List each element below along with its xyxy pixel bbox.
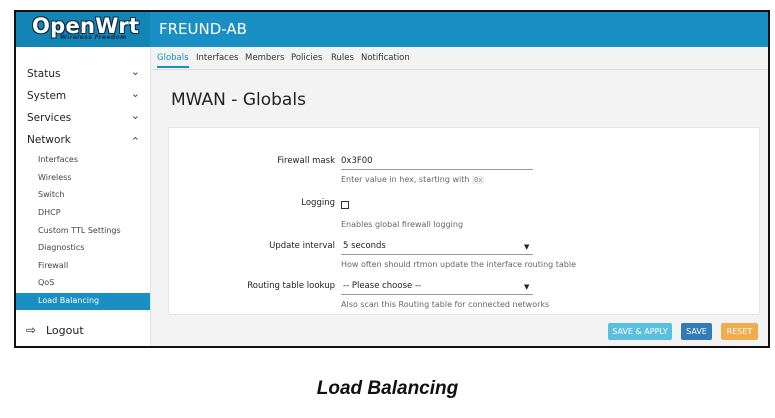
save-button[interactable]: SAVE [681,323,712,340]
tab-rules[interactable]: Rules [331,53,354,63]
tab-interfaces[interactable]: Interfaces [196,53,238,63]
sidebar-item-custom-ttl[interactable]: Custom TTL Settings [16,223,150,240]
sidebar-subitem-label: Custom TTL Settings [38,226,121,235]
save-apply-button[interactable]: SAVE & APPLY [608,323,672,340]
sidebar: Status ⌄ System ⌄ Services ⌄ Network ⌃ I… [16,47,151,346]
sidebar-subitem-label: Switch [38,190,65,199]
sidebar-subitem-label: Load Balancing [38,296,100,305]
brand-logo[interactable]: OpenWrt Wireless Freedom [16,12,150,47]
figure-caption: Load Balancing [316,378,459,399]
firewall-mask-help-text: Enter value in hex, starting with [341,175,470,184]
sidebar-item-label: System [27,90,67,102]
settings-panel: Firewall mask 0x3F00 Enter value in hex,… [168,127,760,315]
tab-members[interactable]: Members [245,53,284,63]
chevron-up-icon: ⌃ [130,135,140,148]
logout-label: Logout [46,324,84,337]
sidebar-item-firewall[interactable]: Firewall [16,258,150,275]
firewall-mask-help: Enter value in hex, starting with 0x [341,175,485,184]
tab-globals[interactable]: Globals [157,53,189,68]
firewall-mask-label: Firewall mask [277,156,335,166]
sidebar-subitem-label: QoS [38,278,55,287]
sidebar-subitem-label: Diagnostics [38,243,85,252]
chevron-down-icon: ⌄ [130,65,140,78]
sidebar-item-system[interactable]: System ⌄ [16,87,150,107]
logout-button[interactable]: ⇨ Logout [26,323,84,337]
sidebar-item-switch[interactable]: Switch [16,187,150,204]
sidebar-item-diagnostics[interactable]: Diagnostics [16,240,150,257]
tab-divider [152,69,768,70]
sidebar-item-qos[interactable]: QoS [16,275,150,292]
logout-icon: ⇨ [26,323,37,337]
sidebar-item-network[interactable]: Network ⌃ [16,131,150,151]
header-bar: OpenWrt Wireless Freedom FREUND-AB [16,12,768,47]
sidebar-item-status[interactable]: Status ⌄ [16,65,150,85]
sidebar-item-label: Status [27,68,61,80]
logging-checkbox[interactable] [341,201,349,209]
update-interval-select[interactable]: 5 seconds [343,241,386,251]
sidebar-subitem-label: DHCP [38,208,61,217]
logging-help: Enables global firewall logging [341,220,464,229]
logo-tagline: Wireless Freedom [60,34,127,41]
chevron-down-icon: ⌄ [130,109,140,122]
sidebar-subitem-label: Wireless [38,173,72,182]
hex-prefix-code: 0x [471,176,485,184]
update-interval-underline [341,254,533,255]
routing-table-lookup-help: Also scan this Routing table for connect… [341,300,550,309]
reset-button[interactable]: RESET [721,323,758,340]
sidebar-item-dhcp[interactable]: DHCP [16,205,150,222]
chevron-down-icon: ⌄ [130,87,140,100]
luci-window: OpenWrt Wireless Freedom FREUND-AB Statu… [14,10,770,348]
sidebar-item-interfaces[interactable]: Interfaces [16,152,150,169]
update-interval-label: Update interval [269,241,335,251]
tab-policies[interactable]: Policies [291,53,322,63]
tab-notification[interactable]: Notification [361,53,410,63]
sidebar-item-label: Network [27,134,71,146]
firewall-mask-input[interactable]: 0x3F00 [341,156,373,166]
routing-table-lookup-label: Routing table lookup [247,281,335,291]
sidebar-item-services[interactable]: Services ⌄ [16,109,150,129]
sidebar-subitem-label: Firewall [38,261,69,270]
update-interval-help: How often should rtmon update the interf… [341,260,577,269]
dropdown-arrow-icon: ▼ [524,243,530,251]
routing-table-lookup-select[interactable]: -- Please choose -- [343,281,421,291]
sidebar-item-wireless[interactable]: Wireless [16,170,150,187]
routing-table-lookup-underline [341,294,533,295]
hostname: FREUND-AB [159,20,247,38]
dropdown-arrow-icon: ▼ [524,283,530,291]
sidebar-item-label: Services [27,112,72,124]
page-title: MWAN - Globals [171,90,306,110]
sidebar-subitem-label: Interfaces [38,155,78,164]
logging-label: Logging [301,198,335,208]
firewall-mask-underline [341,169,533,170]
sidebar-item-load-balancing[interactable]: Load Balancing [16,293,150,310]
